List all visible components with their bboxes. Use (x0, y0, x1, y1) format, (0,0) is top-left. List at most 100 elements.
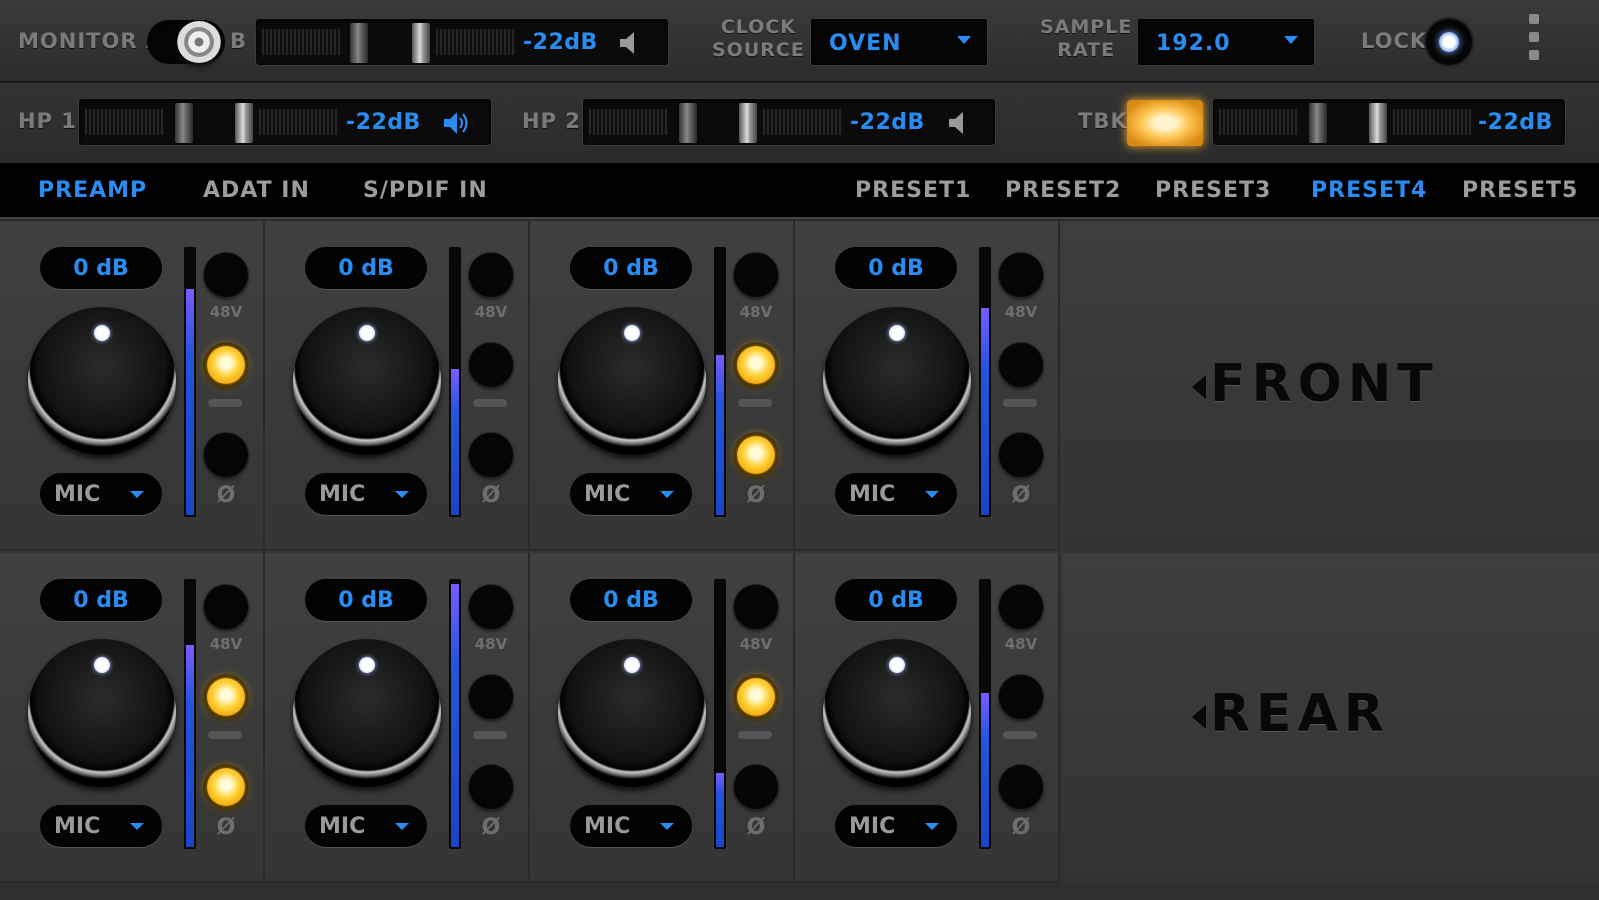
knob-indicator-dot (359, 325, 375, 341)
phase-invert-button[interactable] (204, 433, 248, 477)
monitor-fader-handle[interactable] (412, 23, 430, 63)
input-source-dropdown[interactable]: MIC (835, 473, 957, 515)
phantom-power-button[interactable] (999, 253, 1043, 297)
tab-preset5[interactable]: PRESET5 (1462, 178, 1578, 203)
phantom-power-button[interactable] (204, 585, 248, 629)
phase-invert-button[interactable] (999, 433, 1043, 477)
input-source-dropdown[interactable]: MIC (570, 805, 692, 847)
phantom-indicator (734, 343, 778, 387)
input-source-dropdown[interactable]: MIC (570, 473, 692, 515)
input-source-value: MIC (319, 482, 366, 507)
phase-invert-button[interactable] (734, 433, 778, 477)
gain-display[interactable]: 0 dB (40, 579, 162, 621)
phase-invert-button[interactable] (734, 765, 778, 809)
gain-knob[interactable] (28, 307, 176, 455)
gain-display[interactable]: 0 dB (305, 579, 427, 621)
chevron-down-icon (957, 36, 971, 44)
tab-adat-in[interactable]: ADAT IN (203, 178, 310, 203)
gain-knob[interactable] (558, 307, 706, 455)
gain-value: 0 dB (73, 256, 129, 281)
tab-preset1[interactable]: PRESET1 (855, 178, 971, 203)
tab-preset4[interactable]: PRESET4 (1311, 178, 1427, 203)
input-source-dropdown[interactable]: MIC (40, 473, 162, 515)
phantom-power-button[interactable] (734, 253, 778, 297)
hp2-level-value: -22dB (850, 110, 925, 135)
tab-spdif-in[interactable]: S/PDIF IN (363, 178, 488, 203)
phantom-label: 48V (1004, 303, 1038, 321)
gain-value: 0 dB (338, 256, 394, 281)
fader-track (1219, 109, 1299, 135)
gain-knob[interactable] (28, 639, 176, 787)
lock-button[interactable] (1426, 19, 1472, 65)
monitor-level-fader[interactable]: -22dB (255, 18, 669, 66)
menu-dot (1529, 14, 1539, 24)
gain-display[interactable]: 0 dB (835, 247, 957, 289)
phase-label: Ø (481, 815, 501, 840)
input-source-value: MIC (54, 814, 101, 839)
phase-invert-button[interactable] (469, 433, 513, 477)
fader-track (763, 109, 843, 135)
hp2-label: HP 2 (522, 109, 581, 133)
tab-preset3[interactable]: PRESET3 (1155, 178, 1271, 203)
gain-display[interactable]: 0 dB (305, 247, 427, 289)
phantom-power-button[interactable] (204, 253, 248, 297)
knob-indicator-dot (624, 325, 640, 341)
knob-indicator-dot (889, 657, 905, 673)
talkback-level-fader[interactable]: -22dB (1212, 98, 1566, 146)
input-source-dropdown[interactable]: MIC (305, 805, 427, 847)
gain-display[interactable]: 0 dB (570, 247, 692, 289)
phantom-power-button[interactable] (734, 585, 778, 629)
clock-source-dropdown[interactable]: OVEN (810, 18, 988, 66)
chevron-down-icon (660, 491, 674, 498)
phantom-power-button[interactable] (999, 585, 1043, 629)
phantom-label: 48V (739, 635, 773, 653)
gain-display[interactable]: 0 dB (835, 579, 957, 621)
tab-preamp[interactable]: PREAMP (38, 178, 147, 203)
toggle-knob (177, 21, 221, 63)
input-source-dropdown[interactable]: MIC (835, 805, 957, 847)
knob-indicator-dot (94, 657, 110, 673)
knob-indicator-dot (889, 325, 905, 341)
input-source-dropdown[interactable]: MIC (40, 805, 162, 847)
hp2-level-fader[interactable]: -22dB (582, 98, 996, 146)
gain-display[interactable]: 0 dB (570, 579, 692, 621)
sample-rate-label: SAMPLE RATE (1040, 16, 1132, 62)
knob-indicator-dot (624, 657, 640, 673)
talkback-fader-handle[interactable] (1369, 103, 1387, 143)
hp1-level-fader[interactable]: -22dB (78, 98, 492, 146)
talkback-label: TBK (1078, 109, 1128, 133)
input-source-dropdown[interactable]: MIC (305, 473, 427, 515)
phantom-power-button[interactable] (469, 585, 513, 629)
fader-track (262, 29, 342, 55)
monitor-ab-toggle[interactable] (147, 20, 225, 64)
link-indicator (208, 731, 242, 739)
speaker-muted-icon[interactable] (945, 109, 973, 137)
more-menu-icon[interactable] (1529, 14, 1541, 70)
arrow-left-icon (1192, 375, 1206, 399)
gain-knob[interactable] (558, 639, 706, 787)
phantom-indicator (204, 343, 248, 387)
front-section: FRONT (1062, 221, 1599, 551)
level-meter-fill (186, 645, 194, 847)
phase-invert-button[interactable] (999, 765, 1043, 809)
monitor-level-value: -22dB (523, 30, 598, 55)
gain-knob[interactable] (293, 307, 441, 455)
speaker-muted-icon[interactable] (616, 29, 644, 57)
talkback-button[interactable] (1127, 100, 1203, 146)
sample-rate-dropdown[interactable]: 192.0 (1137, 18, 1315, 66)
speaker-on-icon[interactable] (441, 109, 469, 137)
level-meter-fill (981, 308, 989, 515)
hp2-fader-handle[interactable] (739, 103, 757, 143)
hp1-fader-handle[interactable] (235, 103, 253, 143)
gain-knob[interactable] (823, 639, 971, 787)
level-meter-fill (451, 584, 459, 847)
channel-strip-4: 0 dB MIC 48V Ø (795, 221, 1060, 551)
phase-invert-button[interactable] (469, 765, 513, 809)
gain-display[interactable]: 0 dB (40, 247, 162, 289)
level-meter-fill (186, 289, 194, 515)
phase-invert-button[interactable] (204, 765, 248, 809)
phantom-power-button[interactable] (469, 253, 513, 297)
gain-knob[interactable] (823, 307, 971, 455)
tab-preset2[interactable]: PRESET2 (1005, 178, 1121, 203)
gain-knob[interactable] (293, 639, 441, 787)
